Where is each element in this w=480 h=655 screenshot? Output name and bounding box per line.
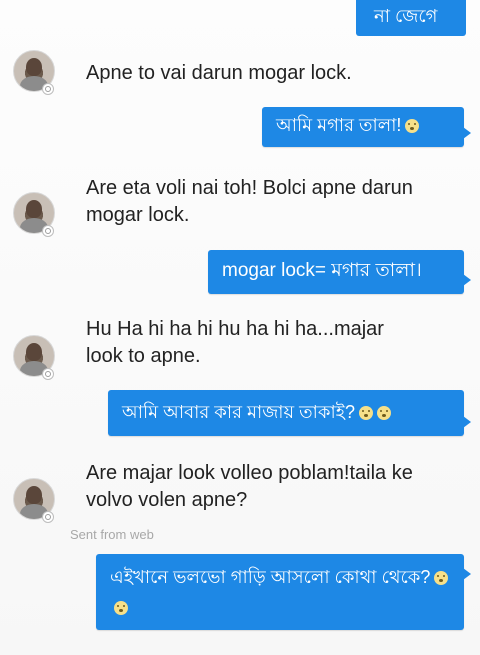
message-text: Are eta voli nai toh! Bolci apne darun m… [86,177,413,226]
messenger-badge-icon [42,225,54,237]
message-incoming[interactable]: Hu Ha hi ha hi hu ha hi ha...majar look … [86,316,416,370]
message-text: Hu Ha hi ha hi hu ha hi ha...majar look … [86,318,384,367]
avatar-head [26,486,42,504]
message-incoming[interactable]: Are eta voli nai toh! Bolci apne darun m… [86,175,416,229]
message-text: Apne to vai darun mogar lock. [86,62,352,84]
neutral-emoji-icon [114,601,128,615]
astonished-emoji-icon [359,406,374,420]
message-text: আমি মগার তালা! [276,115,402,135]
message-outgoing[interactable]: আমি আবার কার মাজায় তাকাই? [108,390,471,436]
message-outgoing-partial[interactable]: না জেগে [356,0,466,36]
message-text: এইখানে ভলভো গাড়ি আসলো কোথা থেকে? [110,567,431,587]
messenger-badge-icon [42,511,54,523]
messenger-badge-icon [42,83,54,95]
message-text: Are majar look volleo poblam!taila ke vo… [86,462,413,511]
avatar-head [26,200,42,218]
avatar-head [26,58,42,76]
messenger-badge-icon [42,368,54,380]
avatar-head [26,343,42,361]
chat-thread: না জেগে Apne to vai darun mogar lock. আম… [0,0,480,655]
astonished-emoji-icon [377,406,392,420]
message-outgoing[interactable]: mogar lock= মগার তালা। [208,250,471,294]
message-outgoing[interactable]: এইখানে ভলভো গাড়ি আসলো কোথা থেকে? [96,554,471,630]
sent-from-label: Sent from web [70,527,154,542]
message-incoming[interactable]: Are majar look volleo poblam!taila ke vo… [86,460,436,514]
message-incoming[interactable]: Apne to vai darun mogar lock. [86,60,466,87]
astonished-emoji-icon [405,119,420,133]
message-outgoing[interactable]: আমি মগার তালা! [262,107,471,147]
message-text: আমি আবার কার মাজায় তাকাই? [122,402,356,422]
message-text: mogar lock= মগার তালা। [222,260,422,281]
message-text: না জেগে [374,6,438,26]
astonished-emoji-icon [434,571,449,585]
